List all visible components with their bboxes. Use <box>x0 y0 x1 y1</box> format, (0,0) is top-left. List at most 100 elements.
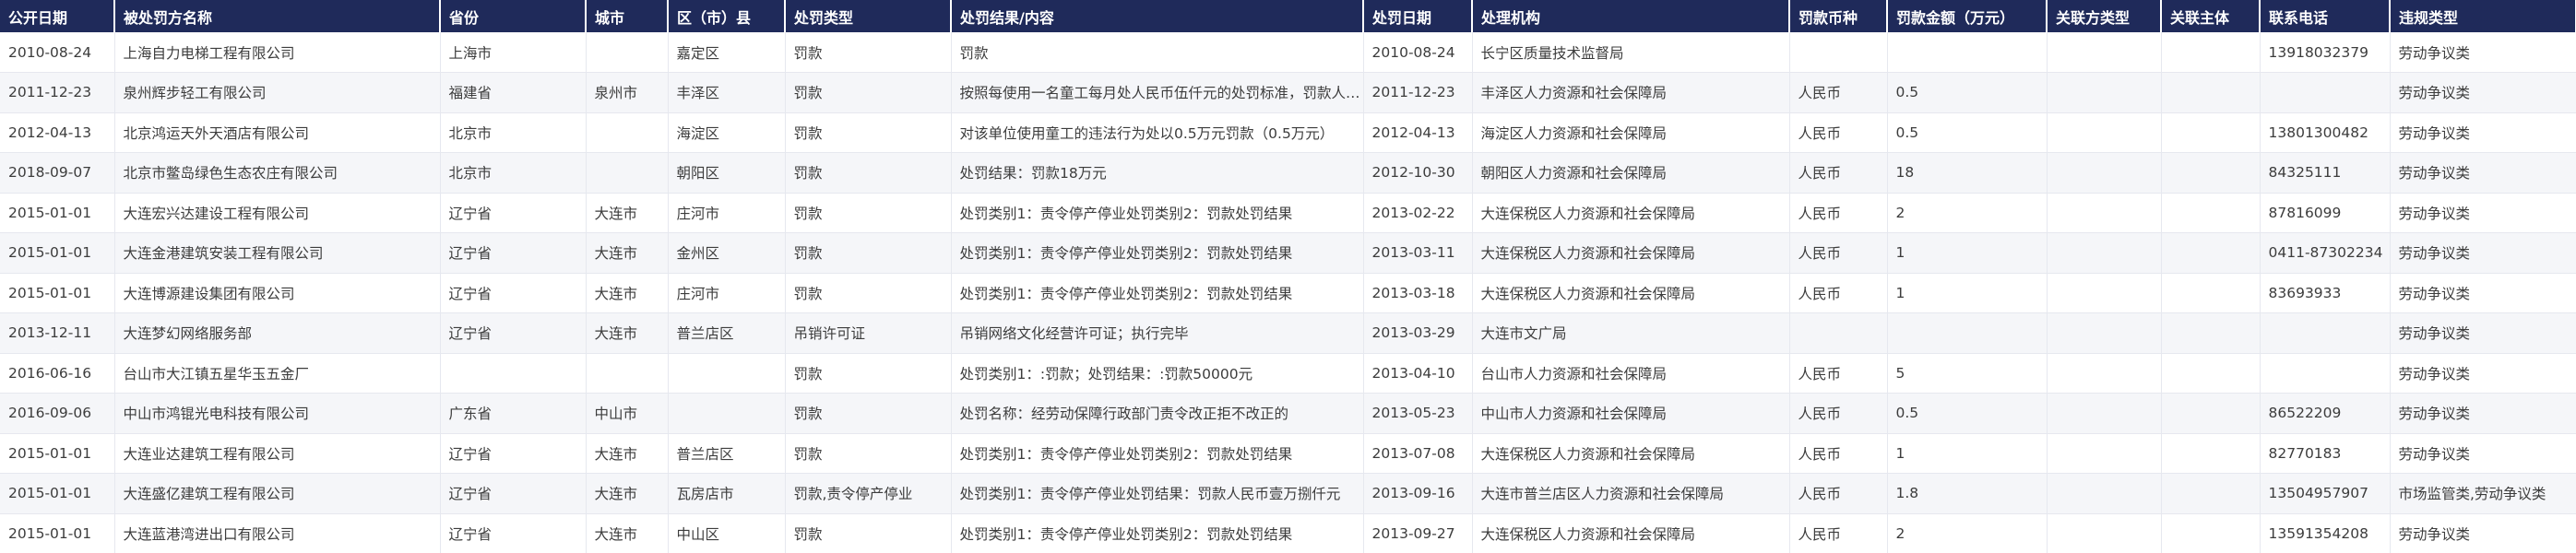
table-row[interactable]: 2015-01-01 大连博源建设集团有限公司 辽宁省 大连市 庄河市 罚款 处罚类别1：责… <box>0 273 2576 313</box>
column-header-handling-agency[interactable]: 处理机构 <box>1472 0 1790 32</box>
cell-disclosure-date: 2016-06-16 <box>0 353 115 394</box>
cell-handling-agency: 中山市人力资源和社会保障局 <box>1472 393 1790 434</box>
column-header-penalized-party[interactable]: 被处罚方名称 <box>114 0 441 32</box>
cell-disclosure-date: 2015-01-01 <box>0 232 115 274</box>
cell-penalized-party: 台山市大江镇五星华玉五金厂 <box>114 353 441 394</box>
cell-penalty-content: 罚款 <box>951 32 1364 73</box>
cell-city: 大连市 <box>586 273 669 313</box>
cell-penalized-party: 北京市鳖岛绿色生态农庄有限公司 <box>114 152 441 194</box>
table-row[interactable]: 2016-09-06 中山市鸿锟光电科技有限公司 广东省 中山市 罚款 处罚名称：经劳动保… <box>0 393 2576 434</box>
cell-phone <box>2260 312 2391 354</box>
cell-handling-agency: 海淀区人力资源和社会保障局 <box>1472 112 1790 153</box>
cell-penalized-party: 泉州辉步轻工有限公司 <box>114 72 441 113</box>
cell-currency: 人民币 <box>1789 152 1888 194</box>
column-header-penalty-date[interactable]: 处罚日期 <box>1363 0 1473 32</box>
cell-related-entity <box>2161 72 2261 113</box>
cell-phone <box>2260 72 2391 113</box>
table-row[interactable]: 2015-01-01 大连金港建筑安装工程有限公司 辽宁省 大连市 金州区 罚款 处罚类别1… <box>0 232 2576 274</box>
cell-city: 大连市 <box>586 473 669 514</box>
column-header-penalty-type[interactable]: 处罚类型 <box>785 0 952 32</box>
cell-fine-amount: 0.5 <box>1887 72 2048 113</box>
column-header-currency[interactable]: 罚款币种 <box>1789 0 1888 32</box>
column-header-related-party-type[interactable]: 关联方类型 <box>2047 0 2162 32</box>
column-header-disclosure-date[interactable]: 公开日期 <box>0 0 115 32</box>
table-row[interactable]: 2015-01-01 大连蓝港湾进出口有限公司 辽宁省 大连市 中山区 罚款 处罚类别1：责… <box>0 513 2576 553</box>
cell-related-entity <box>2161 433 2261 474</box>
table-row[interactable]: 2011-12-23 泉州辉步轻工有限公司 福建省 泉州市 丰泽区 罚款 按照每使用一名童工… <box>0 72 2576 113</box>
cell-handling-agency: 长宁区质量技术监督局 <box>1472 32 1790 73</box>
cell-currency: 人民币 <box>1789 72 1888 113</box>
cell-penalty-type: 罚款 <box>785 193 952 233</box>
table-row[interactable]: 2012-04-13 北京鸿运天外天酒店有限公司 北京市 海淀区 罚款 对该单位使用童工的… <box>0 112 2576 153</box>
cell-related-entity <box>2161 112 2261 153</box>
cell-city: 中山市 <box>586 393 669 434</box>
cell-district: 庄河市 <box>668 273 786 313</box>
table-row[interactable]: 2013-12-11 大连梦幻网络服务部 辽宁省 大连市 普兰店区 吊销许可证 吊销网络文化… <box>0 312 2576 354</box>
cell-city: 大连市 <box>586 433 669 474</box>
cell-penalized-party: 大连业达建筑工程有限公司 <box>114 433 441 474</box>
table-row[interactable]: 2015-01-01 大连盛亿建筑工程有限公司 辽宁省 大连市 瓦房店市 罚款,责令停产停… <box>0 473 2576 514</box>
cell-related-party-type <box>2047 112 2162 153</box>
cell-penalty-content: 处罚类别1：:罚款；处罚结果：:罚款50000元 <box>951 353 1364 394</box>
table-row[interactable]: 2010-08-24 上海自力电梯工程有限公司 上海市 嘉定区 罚款 罚款 2010-08-… <box>0 32 2576 73</box>
cell-violation-type: 劳动争议类 <box>2390 433 2576 474</box>
cell-related-entity <box>2161 32 2261 73</box>
cell-city: 泉州市 <box>586 72 669 113</box>
cell-penalty-type: 罚款 <box>785 112 952 153</box>
cell-disclosure-date: 2015-01-01 <box>0 193 115 233</box>
cell-currency: 人民币 <box>1789 232 1888 274</box>
cell-disclosure-date: 2011-12-23 <box>0 72 115 113</box>
cell-penalty-type: 罚款 <box>785 72 952 113</box>
cell-currency: 人民币 <box>1789 353 1888 394</box>
cell-fine-amount: 18 <box>1887 152 2048 194</box>
table-row[interactable]: 2015-01-01 大连宏兴达建设工程有限公司 辽宁省 大连市 庄河市 罚款 处罚类别1：… <box>0 193 2576 233</box>
cell-penalty-content: 处罚类别1：责令停产停业处罚类别2：罚款处罚结果 <box>951 232 1364 274</box>
cell-province: 广东省 <box>440 393 587 434</box>
cell-penalty-content: 对该单位使用童工的违法行为处以0.5万元罚款（0.5万元） <box>951 112 1364 153</box>
cell-phone <box>2260 353 2391 394</box>
cell-city <box>586 32 669 73</box>
cell-penalty-content: 按照每使用一名童工每月处人民币伍仟元的处罚标准，罚款人民币伍仟元 <box>951 72 1364 113</box>
cell-violation-type: 市场监管类,劳动争议类 <box>2390 473 2576 514</box>
column-header-related-entity[interactable]: 关联主体 <box>2161 0 2261 32</box>
column-header-violation-type[interactable]: 违规类型 <box>2390 0 2576 32</box>
cell-violation-type: 劳动争议类 <box>2390 152 2576 194</box>
cell-penalty-type: 吊销许可证 <box>785 312 952 354</box>
cell-phone: 13591354208 <box>2260 513 2391 553</box>
cell-penalty-date: 2012-10-30 <box>1363 152 1473 194</box>
cell-related-entity <box>2161 193 2261 233</box>
column-header-penalty-content[interactable]: 处罚结果/内容 <box>951 0 1364 32</box>
column-header-district[interactable]: 区（市）县 <box>668 0 786 32</box>
cell-penalized-party: 大连宏兴达建设工程有限公司 <box>114 193 441 233</box>
cell-penalty-date: 2013-05-23 <box>1363 393 1473 434</box>
cell-penalized-party: 中山市鸿锟光电科技有限公司 <box>114 393 441 434</box>
cell-currency: 人民币 <box>1789 273 1888 313</box>
cell-penalized-party: 大连蓝港湾进出口有限公司 <box>114 513 441 553</box>
cell-district: 瓦房店市 <box>668 473 786 514</box>
column-header-phone[interactable]: 联系电话 <box>2260 0 2391 32</box>
column-header-province[interactable]: 省份 <box>440 0 587 32</box>
cell-violation-type: 劳动争议类 <box>2390 112 2576 153</box>
cell-penalty-type: 罚款 <box>785 152 952 194</box>
cell-district: 庄河市 <box>668 193 786 233</box>
column-header-fine-amount[interactable]: 罚款金额（万元） <box>1887 0 2048 32</box>
cell-phone: 86522209 <box>2260 393 2391 434</box>
cell-related-party-type <box>2047 273 2162 313</box>
cell-province: 辽宁省 <box>440 473 587 514</box>
cell-penalty-date: 2012-04-13 <box>1363 112 1473 153</box>
column-header-city[interactable]: 城市 <box>586 0 669 32</box>
cell-province: 北京市 <box>440 152 587 194</box>
cell-province: 辽宁省 <box>440 273 587 313</box>
cell-fine-amount: 0.5 <box>1887 393 2048 434</box>
cell-penalty-type: 罚款 <box>785 232 952 274</box>
cell-related-party-type <box>2047 32 2162 73</box>
cell-disclosure-date: 2016-09-06 <box>0 393 115 434</box>
table-row[interactable]: 2016-06-16 台山市大江镇五星华玉五金厂 罚款 处罚类别1：:罚款；处罚结果：… <box>0 353 2576 394</box>
table-row[interactable]: 2018-09-07 北京市鳖岛绿色生态农庄有限公司 北京市 朝阳区 罚款 处罚结果：罚款… <box>0 152 2576 194</box>
cell-currency: 人民币 <box>1789 112 1888 153</box>
table-row[interactable]: 2015-01-01 大连业达建筑工程有限公司 辽宁省 大连市 普兰店区 罚款 处罚类别1：… <box>0 433 2576 474</box>
cell-fine-amount <box>1887 32 2048 73</box>
cell-district: 金州区 <box>668 232 786 274</box>
cell-district: 海淀区 <box>668 112 786 153</box>
cell-phone: 13918032379 <box>2260 32 2391 73</box>
